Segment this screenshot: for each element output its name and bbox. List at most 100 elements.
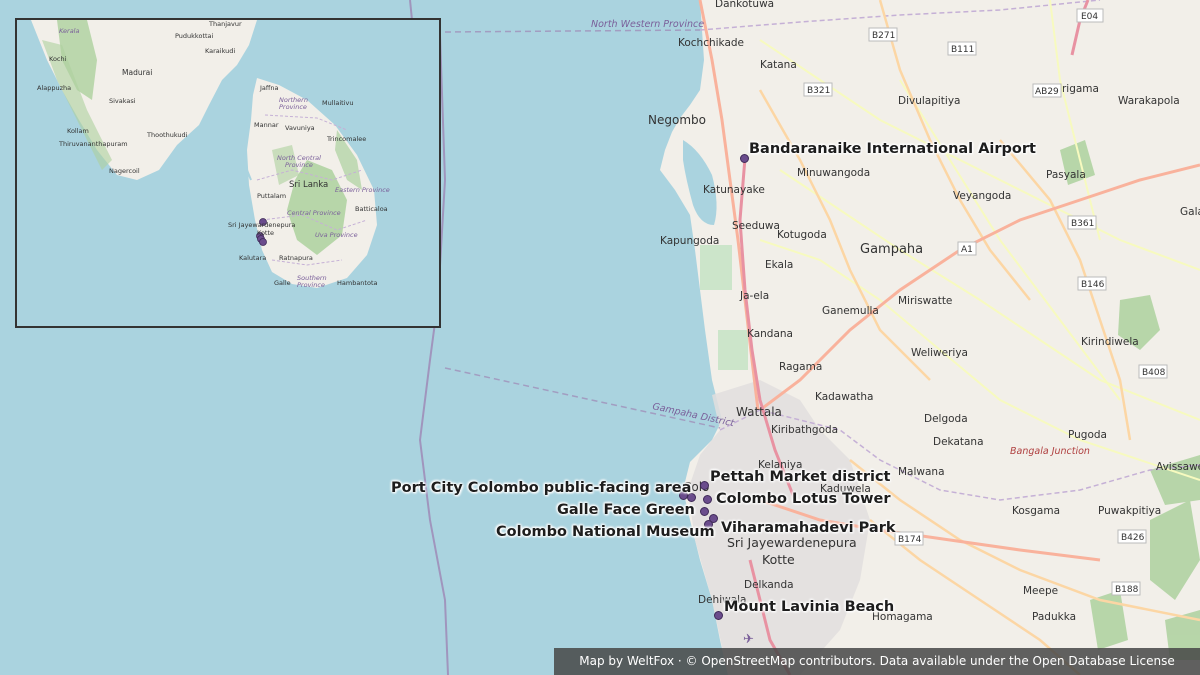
poi-label[interactable]: Bandaranaike International Airport	[749, 141, 1036, 158]
place-label: Katunayake	[703, 184, 765, 196]
place-label: Pugoda	[1068, 429, 1107, 441]
place-label: Warakapola	[1118, 95, 1180, 107]
region-label: Bangala Junction	[1010, 446, 1090, 457]
inset-place-label: Province	[297, 281, 325, 289]
place-label: Ragama	[779, 361, 822, 373]
inset-place-label: Thanjavur	[208, 20, 242, 28]
place-label: Delgoda	[924, 413, 968, 425]
inset-place-label: Mullaitivu	[322, 99, 353, 107]
svg-text:AB29: AB29	[1035, 87, 1059, 97]
place-label: Seeduwa	[732, 220, 780, 232]
place-label: Sri Jayewardenepura	[727, 535, 857, 550]
place-label: Ganemulla	[822, 305, 879, 317]
map-canvas[interactable]: Dankotuwa Kochchikade Katana Mirigama Wa…	[0, 0, 1200, 675]
place-label: Ekala	[765, 259, 793, 271]
place-label: Kadawatha	[815, 391, 873, 403]
inset-place-label: Trincomalee	[326, 135, 366, 143]
poi-label[interactable]: Mount Lavinia Beach	[724, 599, 894, 616]
svg-text:B271: B271	[872, 31, 895, 41]
place-label: Padukka	[1032, 611, 1076, 623]
place-label: Negombo	[648, 113, 706, 127]
region-label: Gampaha District	[651, 401, 736, 429]
road-shield-b188: B188	[1111, 581, 1141, 596]
place-label: Dekatana	[933, 436, 984, 448]
place-label: Kiribathgoda	[771, 424, 838, 436]
svg-text:B146: B146	[1081, 280, 1105, 290]
svg-text:B111: B111	[951, 45, 974, 55]
inset-place-label: Ratnapura	[279, 254, 313, 262]
inset-base: Thanjavur Kerala Pudukkottai Karaikudi K…	[17, 20, 439, 326]
poi-label[interactable]: Port City Colombo public-facing area	[391, 480, 691, 497]
svg-text:B408: B408	[1142, 368, 1166, 378]
poi-label[interactable]: Colombo National Museum	[496, 524, 715, 541]
poi-label[interactable]: Galle Face Green	[557, 502, 695, 519]
place-label: Divulapitiya	[898, 95, 961, 107]
road-shield-a1: A1	[957, 241, 977, 256]
region-label: North Western Province	[591, 19, 704, 30]
place-label: Veyangoda	[953, 190, 1011, 202]
road-shield-e04: E04	[1076, 8, 1104, 23]
place-label: Malwana	[898, 466, 945, 478]
place-label: Ja-ela	[739, 290, 769, 302]
inset-place-label: Sri Lanka	[289, 180, 328, 190]
inset-place-label: Batticaloa	[355, 205, 388, 213]
road-shield-b361: B361	[1067, 215, 1097, 230]
inset-place-label: Central Province	[287, 209, 341, 217]
poi-marker-mount-lavinia[interactable]	[714, 611, 723, 620]
place-label: Kotugoda	[777, 229, 827, 241]
poi-label[interactable]: Pettah Market district	[710, 469, 890, 486]
inset-place-label: Thoothukudi	[146, 131, 188, 139]
inset-place-label: Province	[285, 161, 313, 169]
place-label: Miriswatte	[898, 295, 952, 307]
poi-marker-galle-face[interactable]	[700, 507, 709, 516]
inset-place-label: Kerala	[59, 27, 79, 35]
inset-place-label: Kochi	[49, 55, 67, 63]
inset-place-label: Mannar	[254, 121, 279, 129]
svg-text:B174: B174	[898, 535, 922, 545]
inset-place-label: Sivakasi	[109, 97, 136, 105]
inset-place-label: Pudukkottai	[175, 32, 214, 40]
road-shield-b321: B321	[803, 82, 833, 97]
svg-text:B426: B426	[1121, 533, 1145, 543]
road-shield-b408: B408	[1138, 364, 1168, 379]
svg-text:B188: B188	[1115, 585, 1139, 595]
poi-marker-airport[interactable]	[740, 154, 749, 163]
road-shield-b174: B174	[894, 531, 924, 546]
place-label: Minuwangoda	[797, 167, 870, 179]
inset-place-label: Karaikudi	[205, 47, 235, 55]
place-label: Kochchikade	[678, 37, 744, 49]
place-label: Puwakpitiya	[1098, 505, 1161, 517]
poi-marker-pettah[interactable]	[700, 481, 709, 490]
place-label: Weliweriya	[911, 347, 968, 359]
inset-place-label: Galle	[274, 279, 291, 287]
place-label: Meepe	[1023, 585, 1058, 597]
inset-place-label: Nagercoil	[109, 167, 140, 175]
inset-place-label: Kotte	[257, 229, 274, 237]
road-shield-b426: B426	[1117, 529, 1147, 544]
inset-place-label: Kalutara	[239, 254, 266, 262]
svg-text:B321: B321	[807, 86, 830, 96]
place-label: Kandana	[747, 328, 793, 340]
place-label: Wattala	[736, 405, 782, 419]
road-shield-ab29: AB29	[1032, 83, 1062, 98]
place-label: Pasyala	[1046, 169, 1086, 181]
place-label: Katana	[760, 59, 797, 71]
inset-place-label: Eastern Province	[335, 186, 390, 194]
inset-place-label: Jaffna	[259, 84, 278, 92]
svg-text:A1: A1	[961, 245, 973, 255]
poi-label[interactable]: Viharamahadevi Park	[721, 520, 895, 537]
place-label: Kirindiwela	[1081, 336, 1139, 348]
place-label: Kosgama	[1012, 505, 1060, 517]
svg-text:B361: B361	[1071, 219, 1094, 229]
place-label: Delkanda	[744, 579, 794, 591]
poi-marker-lotus-tower[interactable]	[703, 495, 712, 504]
map-attribution[interactable]: Map by WeltFox · © OpenStreetMap contrib…	[554, 648, 1200, 675]
poi-label[interactable]: Colombo Lotus Tower	[716, 491, 890, 508]
svg-text:E04: E04	[1081, 12, 1098, 22]
inset-overview-map: Thanjavur Kerala Pudukkottai Karaikudi K…	[15, 18, 441, 328]
inset-place-label: Province	[279, 103, 307, 111]
place-label: Gampaha	[860, 242, 923, 257]
road-shield-b146: B146	[1077, 276, 1107, 291]
place-label: Kapungoda	[660, 235, 719, 247]
inset-place-label: Uva Province	[315, 231, 358, 239]
